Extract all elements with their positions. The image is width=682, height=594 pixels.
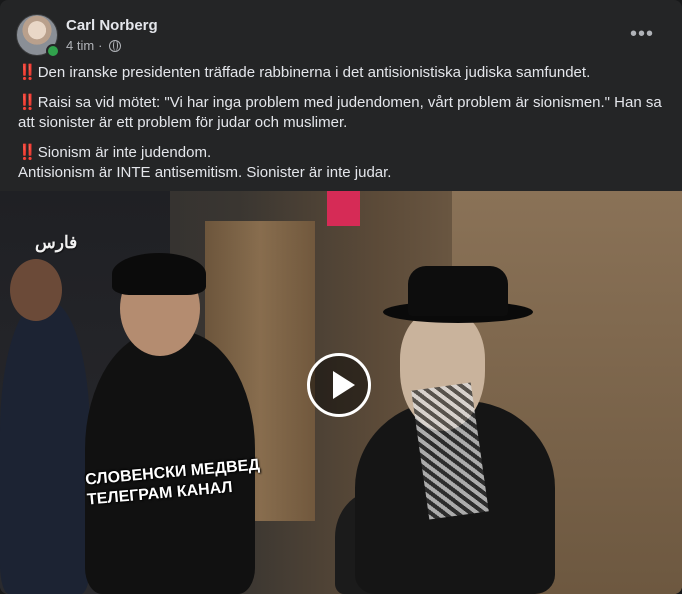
- post-paragraph: ‼️ Den iranske presidenten träffade rabbi…: [18, 64, 591, 81]
- post-text: ‼️ Den iranske presidenten träffade rabbi…: [18, 63, 666, 193]
- post-header: Carl Norberg 4 tim · •••: [16, 14, 666, 58]
- play-button[interactable]: [307, 353, 371, 417]
- author-name[interactable]: Carl Norberg: [66, 17, 158, 34]
- video-scene-sign: [327, 191, 360, 226]
- double-exclamation-icon: ‼️: [18, 64, 37, 81]
- video-person-turban: [112, 253, 206, 295]
- post-meta: 4 tim ·: [66, 38, 121, 53]
- play-icon: [333, 371, 355, 399]
- double-exclamation-icon: ‼️: [18, 94, 37, 111]
- double-exclamation-icon: ‼️: [18, 144, 37, 161]
- video-player[interactable]: فارس СЛОВЕНСКИ МЕДВЕД ТЕЛЕГРАМ КАНАЛ: [0, 191, 682, 594]
- video-person: [0, 301, 90, 594]
- meta-separator: ·: [98, 38, 103, 53]
- post-timestamp[interactable]: 4 tim: [66, 38, 94, 53]
- video-watermark-logo: فارس: [35, 233, 78, 252]
- more-options-icon[interactable]: •••: [626, 20, 658, 48]
- post-card: Carl Norberg 4 tim · ••• ‼️ Den iranske p…: [0, 0, 682, 594]
- post-paragraph: ‼️ Sionism är inte judendom. Antisionism …: [18, 144, 392, 181]
- video-person-head: [10, 259, 62, 321]
- video-hat-top: [408, 266, 508, 316]
- post-paragraph: ‼️ Raisi sa vid mötet: "Vi har inga probl…: [18, 94, 662, 131]
- globe-icon: [108, 39, 121, 52]
- online-status-dot: [46, 44, 60, 58]
